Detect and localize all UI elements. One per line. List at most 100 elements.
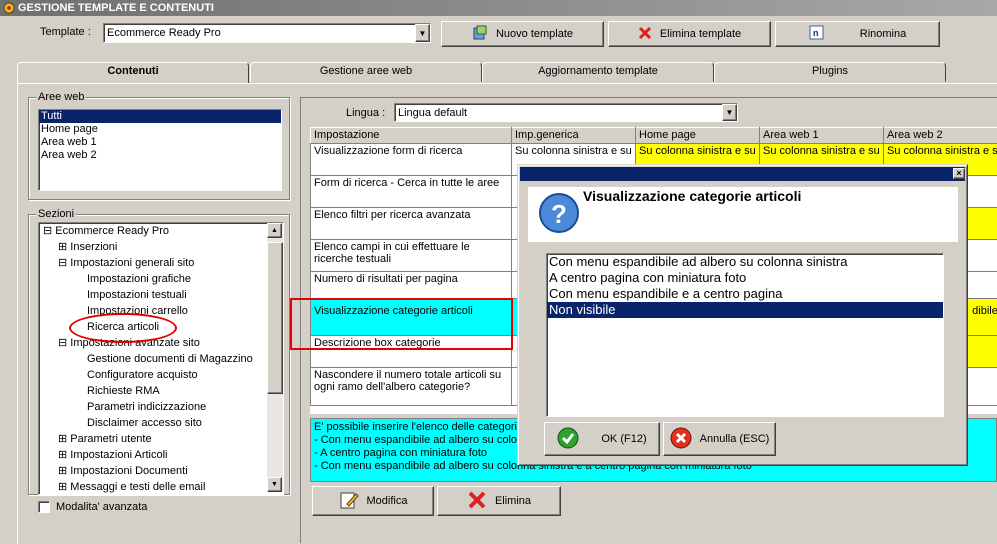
sezioni-tree[interactable]: ⊟ Ecommerce Ready Pro ⊞ Inserzioni ⊟ Imp… <box>38 222 284 495</box>
collapse-icon[interactable]: ⊟ <box>43 225 52 237</box>
row-label: Elenco campi in cui effettuare le ricerc… <box>311 240 512 272</box>
row-label: Visualizzazione form di ricerca <box>311 144 512 176</box>
tree-node[interactable]: ⊟ Ecommerce Ready Pro <box>39 223 265 239</box>
window-title: GESTIONE TEMPLATE E CONTENUTI <box>18 2 214 14</box>
collapse-icon[interactable]: ⊟ <box>58 257 67 269</box>
aree-web-list[interactable]: Tutti Home page Area web 1 Area web 2 <box>38 109 282 191</box>
annulla-label: Annulla (ESC) <box>700 433 770 445</box>
col-header-home: Home page <box>636 128 760 144</box>
rinomina-label: Rinomina <box>860 28 906 40</box>
elimina-template-button[interactable]: Elimina template <box>608 21 771 47</box>
scroll-thumb[interactable] <box>267 242 283 394</box>
row-label: Nascondere il numero totale articoli su … <box>311 368 512 406</box>
tree-node[interactable]: Gestione documenti di Magazzino <box>39 351 265 367</box>
tree-node[interactable]: ⊞ Messaggi e testi delle email <box>39 479 265 495</box>
cancel-icon <box>670 427 692 452</box>
list-item[interactable]: Con menu espandibile e a centro pagina <box>547 286 943 302</box>
tree-node[interactable]: Impostazioni testuali <box>39 287 265 303</box>
tree-node[interactable]: Configuratore acquisto <box>39 367 265 383</box>
lingua-select-value: Lingua default <box>395 107 722 119</box>
tree-node-label: Richieste RMA <box>87 385 160 397</box>
scroll-down-icon[interactable]: ▼ <box>267 477 282 492</box>
close-icon[interactable]: × <box>953 168 965 179</box>
tree-node-label: Parametri utente <box>70 433 151 445</box>
tree-node-label: Parametri indicizzazione <box>87 401 206 413</box>
expand-icon[interactable]: ⊞ <box>58 465 67 477</box>
chevron-down-icon[interactable]: ▼ <box>722 104 737 121</box>
tree-node[interactable]: ⊞ Inserzioni <box>39 239 265 255</box>
tree-node-label: Impostazioni Documenti <box>70 465 187 477</box>
edit-icon <box>339 490 359 513</box>
row-label: Form di ricerca - Cerca in tutte le aree <box>311 176 512 208</box>
ok-label: OK (F12) <box>601 433 646 445</box>
options-list[interactable]: Con menu espandibile ad albero su colonn… <box>546 253 944 417</box>
ok-button[interactable]: OK (F12) <box>544 422 660 456</box>
list-item[interactable]: A centro pagina con miniatura foto <box>547 270 943 286</box>
svg-text:?: ? <box>551 199 567 229</box>
svg-text:n: n <box>813 28 819 38</box>
row-label: Numero di risultati per pagina <box>311 272 512 299</box>
tree-node[interactable]: ⊞ Impostazioni Articoli <box>39 447 265 463</box>
aree-web-legend: Aree web <box>36 91 86 103</box>
nuovo-template-button[interactable]: Nuovo template <box>441 21 604 47</box>
tree-scrollbar[interactable]: ▲ ▼ <box>267 223 283 492</box>
tree-node[interactable]: Richieste RMA <box>39 383 265 399</box>
question-icon: ? <box>538 192 580 237</box>
rinomina-button[interactable]: n Rinomina <box>775 21 940 47</box>
modalita-checkbox[interactable] <box>38 501 50 513</box>
col-header-impostazione: Impostazione <box>311 128 512 144</box>
tree-node-label: Inserzioni <box>70 241 117 253</box>
scroll-up-icon[interactable]: ▲ <box>267 223 282 238</box>
tab-contenuti[interactable]: Contenuti <box>17 62 249 84</box>
tree-node[interactable]: ⊟ Impostazioni generali sito <box>39 255 265 271</box>
annotation-rectangle <box>290 298 513 350</box>
tree-node[interactable]: ⊞ Impostazioni Documenti <box>39 463 265 479</box>
tab-aggiornamento-template[interactable]: Aggiornamento template <box>482 62 714 82</box>
check-icon <box>557 427 579 452</box>
collapse-icon[interactable]: ⊟ <box>58 337 67 349</box>
tree-node[interactable]: ⊞ Parametri utente <box>39 431 265 447</box>
tree-node-label: Impostazioni Articoli <box>70 449 167 461</box>
col-header-generica: Imp.generica <box>512 128 636 144</box>
dialog-window: × ? Visualizzazione categorie articoli C… <box>517 164 968 466</box>
list-item-selected[interactable]: Non visibile <box>547 302 943 318</box>
tab-gestione-aree-web[interactable]: Gestione aree web <box>250 62 482 82</box>
dialog-header: ? Visualizzazione categorie articoli <box>528 187 958 242</box>
expand-icon[interactable]: ⊞ <box>58 481 67 493</box>
expand-icon[interactable]: ⊞ <box>58 241 67 253</box>
annulla-button[interactable]: Annulla (ESC) <box>663 422 776 456</box>
expand-icon[interactable]: ⊞ <box>58 449 67 461</box>
lingua-label: Lingua : <box>346 107 385 119</box>
title-bar: GESTIONE TEMPLATE E CONTENUTI <box>0 0 997 16</box>
modifica-label: Modifica <box>367 495 408 507</box>
tree-node-label: Impostazioni grafiche <box>87 273 191 285</box>
row-label: Elenco filtri per ricerca avanzata <box>311 208 512 240</box>
lingua-select[interactable]: Lingua default ▼ <box>394 103 738 122</box>
tree-node[interactable]: Parametri indicizzazione <box>39 399 265 415</box>
col-header-area2: Area web 2 <box>884 128 997 144</box>
list-item[interactable]: Con menu espandibile ad albero su colonn… <box>547 254 943 270</box>
new-template-icon <box>472 25 488 44</box>
tree-node-label: Messaggi e testi delle email <box>70 481 205 493</box>
modalita-label: Modalita' avanzata <box>56 501 147 513</box>
template-select[interactable]: Ecommerce Ready Pro ▼ <box>103 23 431 43</box>
dialog-title: Visualizzazione categorie articoli <box>583 188 801 204</box>
tab-plugins[interactable]: Plugins <box>714 62 946 82</box>
list-item-tutti[interactable]: Tutti <box>39 110 281 123</box>
elimina-button[interactable]: Elimina <box>437 486 561 516</box>
annotation-ellipse <box>69 313 177 343</box>
expand-icon[interactable]: ⊞ <box>58 433 67 445</box>
delete-x-icon <box>467 490 487 513</box>
template-select-value: Ecommerce Ready Pro <box>104 27 415 39</box>
modifica-button[interactable]: Modifica <box>312 486 434 516</box>
tree-node[interactable]: Disclaimer accesso sito <box>39 415 265 431</box>
tree-node-label: Impostazioni generali sito <box>70 257 194 269</box>
list-item-home-page[interactable]: Home page <box>39 123 281 136</box>
chevron-down-icon[interactable]: ▼ <box>415 24 430 42</box>
tree-node-label: Gestione documenti di Magazzino <box>87 353 253 365</box>
app-icon <box>3 2 15 14</box>
elimina-template-label: Elimina template <box>660 28 741 40</box>
list-item-area-web-2[interactable]: Area web 2 <box>39 149 281 162</box>
tree-node[interactable]: Impostazioni grafiche <box>39 271 265 287</box>
list-item-area-web-1[interactable]: Area web 1 <box>39 136 281 149</box>
